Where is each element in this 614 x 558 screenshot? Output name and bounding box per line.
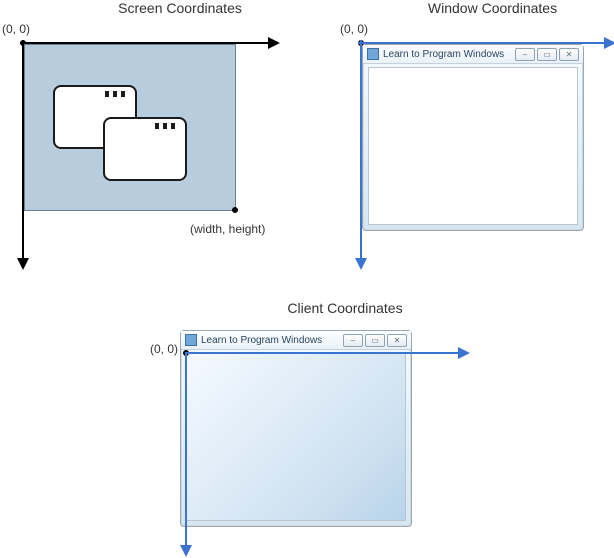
origin-label-screen: (0, 0) [2,22,30,36]
app-icon [367,48,379,60]
y-axis-client [185,352,187,547]
panel-client-coordinates: Client Coordinates (0, 0) Learn to Progr… [150,300,480,320]
origin-label-window: (0, 0) [340,22,368,36]
origin-label-client: (0, 0) [150,342,178,356]
minimize-button[interactable]: – [515,48,535,61]
y-axis-arrowhead-client [180,545,192,557]
maximize-button[interactable]: ▭ [537,48,557,61]
title-client: Client Coordinates [150,300,480,316]
screen-rectangle [24,44,236,211]
window-frame: Learn to Program Windows – ▭ ✕ [362,44,584,231]
extent-label-screen: (width, height) [190,222,265,236]
title-screen: Screen Coordinates [0,0,300,16]
window-client-area [368,67,578,225]
title-window: Window Coordinates [340,0,610,16]
maximize-button[interactable]: ▭ [365,334,385,347]
window-titlebar: Learn to Program Windows – ▭ ✕ [363,45,583,64]
extent-dot-screen [232,207,238,213]
minimize-button[interactable]: – [343,334,363,347]
window-title-text: Learn to Program Windows [383,49,504,60]
panel-screen-coordinates: Screen Coordinates (0, 0) (width, height… [0,0,300,20]
app-icon [185,334,197,346]
close-button[interactable]: ✕ [387,334,407,347]
y-axis-arrowhead-window [355,258,367,270]
client-window-frame: Learn to Program Windows – ▭ ✕ [180,330,412,527]
x-axis-arrowhead-client [458,347,470,359]
x-axis-arrowhead-screen [268,37,280,49]
client-window-titlebar: Learn to Program Windows – ▭ ✕ [181,331,411,350]
mini-window-front [103,117,187,181]
client-window-title-text: Learn to Program Windows [201,335,322,346]
y-axis-arrowhead-screen [17,258,29,270]
x-axis-arrowhead-window [604,37,614,49]
x-axis-client [185,352,460,354]
panel-window-coordinates: Window Coordinates (0, 0) Learn to Progr… [340,0,610,20]
client-area [186,353,406,521]
close-button[interactable]: ✕ [559,48,579,61]
